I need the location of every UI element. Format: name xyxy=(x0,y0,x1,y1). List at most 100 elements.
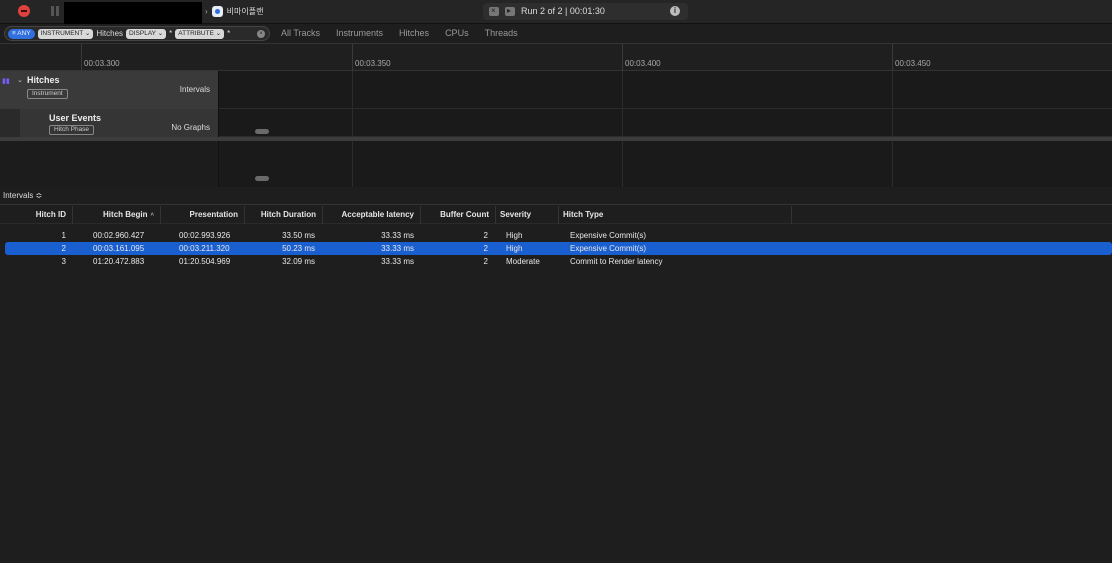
filter-attribute-value[interactable]: * xyxy=(227,29,230,38)
lane-scrollbar[interactable] xyxy=(255,129,269,134)
filter-attribute-chip[interactable]: ATTRIBUTE ⌄ xyxy=(175,28,225,39)
timeline-ruler[interactable]: 00:03.300 00:03.350 00:03.400 00:03.450 xyxy=(0,44,1112,71)
track-lane-user-events[interactable] xyxy=(219,109,1112,137)
run-time: 00:01:30 xyxy=(569,6,605,16)
chevron-down-icon[interactable]: ⌄ xyxy=(17,76,23,84)
cell-hitch-begin: 00:03.161.095 xyxy=(93,244,145,253)
track-mode[interactable]: Intervals xyxy=(180,85,210,94)
track-lane-empty xyxy=(219,141,1112,187)
tab-all-tracks[interactable]: All Tracks xyxy=(281,28,320,38)
table-header: Hitch ID Hitch Begin ^ Presentation Hitch… xyxy=(0,206,1112,224)
cell-presentation: 00:03.211.320 xyxy=(179,244,230,253)
cell-buffer-count: 2 xyxy=(483,231,488,240)
column-severity[interactable]: Severity xyxy=(496,206,559,224)
detail-view-selector[interactable]: Intervals ≎ xyxy=(0,187,1112,205)
filter-bar: ≡ ANY INSTRUMENT ⌄ Hitches DISPLAY ⌄ * A… xyxy=(0,24,1112,44)
timeline-scrollbar[interactable] xyxy=(255,176,269,181)
cell-severity: High xyxy=(506,244,523,253)
pause-button[interactable] xyxy=(51,6,60,16)
filter-input[interactable]: ≡ ANY INSTRUMENT ⌄ Hitches DISPLAY ⌄ * A… xyxy=(4,26,270,41)
tab-instruments[interactable]: Instruments xyxy=(336,28,383,38)
cell-hitch-begin: 01:20.472.883 xyxy=(93,257,145,266)
ruler-tick xyxy=(892,44,893,71)
run-status: Run 2 of 2 | 00:01:30 i xyxy=(483,3,688,20)
ruler-tick-label: 00:03.350 xyxy=(355,59,391,68)
table-row[interactable]: 3 01:20.472.883 01:20.504.969 32.09 ms 3… xyxy=(5,255,1112,268)
ruler-tick-label: 00:03.300 xyxy=(84,59,120,68)
grid-line xyxy=(892,141,893,187)
clear-filter-icon[interactable]: × xyxy=(257,29,265,38)
column-presentation[interactable]: Presentation xyxy=(161,206,245,224)
run-label: Run 2 of 2 xyxy=(521,6,563,16)
cell-acceptable-latency: 33.33 ms xyxy=(381,257,414,266)
cell-buffer-count: 2 xyxy=(483,257,488,266)
chevron-right-icon: › xyxy=(205,6,208,16)
cell-acceptable-latency: 33.33 ms xyxy=(381,244,414,253)
column-hitch-id[interactable]: Hitch ID xyxy=(0,206,73,224)
grid-line xyxy=(352,71,353,108)
filter-instrument-chip[interactable]: INSTRUMENT ⌄ xyxy=(37,28,94,39)
grid-line xyxy=(352,141,353,187)
instrument-icon: ▮▮ xyxy=(2,78,10,85)
ruler-tick-label: 00:03.450 xyxy=(895,59,931,68)
cell-hitch-type: Commit to Render latency xyxy=(570,257,663,266)
record-stop-button[interactable] xyxy=(18,5,30,17)
grid-line xyxy=(892,71,893,108)
ruler-tick-label: 00:03.400 xyxy=(625,59,661,68)
column-hitch-type[interactable]: Hitch Type xyxy=(559,206,792,224)
cell-severity: Moderate xyxy=(506,257,540,266)
cell-severity: High xyxy=(506,231,523,240)
track-lane-hitches[interactable] xyxy=(219,71,1112,109)
table-row-selected[interactable]: 2 00:03.161.095 00:03.211.320 50.23 ms 3… xyxy=(5,242,1112,255)
detail-label[interactable]: Intervals ≎ xyxy=(3,191,42,200)
column-acceptable-latency[interactable]: Acceptable latency xyxy=(323,206,421,224)
ruler-tick xyxy=(622,44,623,71)
grid-line xyxy=(622,109,623,136)
tab-cpus[interactable]: CPUs xyxy=(445,28,469,38)
cell-acceptable-latency: 33.33 ms xyxy=(381,231,414,240)
tab-hitches[interactable]: Hitches xyxy=(399,28,429,38)
cell-hitch-duration: 32.09 ms xyxy=(282,257,315,266)
cell-hitch-begin: 00:02.960.427 xyxy=(93,231,145,240)
column-buffer-count[interactable]: Buffer Count xyxy=(421,206,496,224)
cell-buffer-count: 2 xyxy=(483,244,488,253)
sort-ascending-icon: ^ xyxy=(150,213,154,219)
run-text: Run 2 of 2 | 00:01:30 xyxy=(521,6,605,16)
tab-threads[interactable]: Threads xyxy=(485,28,518,38)
grid-line xyxy=(892,109,893,136)
grid-line xyxy=(622,71,623,108)
grid-line xyxy=(352,109,353,136)
filter-display-chip[interactable]: DISPLAY ⌄ xyxy=(126,28,167,39)
filter-instrument-value[interactable]: Hitches xyxy=(96,29,123,38)
cell-hitch-type: Expensive Commit(s) xyxy=(570,231,647,240)
track-area: ▮▮ ⌄ Hitches Instrument Intervals User E… xyxy=(0,71,1112,187)
cell-hitch-duration: 33.50 ms xyxy=(282,231,315,240)
track-hitches[interactable]: ▮▮ ⌄ Hitches Instrument Intervals xyxy=(0,71,219,109)
ruler-tick xyxy=(352,44,353,71)
filter-any-chip[interactable]: ≡ ANY xyxy=(8,28,35,39)
app-icon xyxy=(211,5,223,17)
redacted-area xyxy=(64,2,202,24)
track-title: User Events xyxy=(49,113,102,123)
table-row[interactable]: 1 00:02.960.427 00:02.993.926 33.50 ms 3… xyxy=(5,229,1112,242)
cell-presentation: 00:02.993.926 xyxy=(179,231,231,240)
target-selector[interactable]: › 비마이플랜 xyxy=(205,4,263,18)
target-name: 비마이플랜 xyxy=(226,6,264,16)
track-user-events[interactable]: User Events Hitch Phase No Graphs xyxy=(0,109,219,137)
cell-hitch-id: 1 xyxy=(61,231,66,240)
close-run-icon[interactable] xyxy=(489,6,499,16)
cell-hitch-duration: 50.23 ms xyxy=(282,244,315,253)
info-icon[interactable]: i xyxy=(670,6,680,16)
column-hitch-begin[interactable]: Hitch Begin ^ xyxy=(73,206,161,224)
filter-display-value[interactable]: * xyxy=(169,29,172,38)
ruler-tick xyxy=(81,44,82,71)
play-icon[interactable] xyxy=(505,6,515,16)
cell-presentation: 01:20.504.969 xyxy=(179,257,231,266)
scope-tabs: All Tracks Instruments Hitches CPUs Thre… xyxy=(281,28,534,38)
track-tag: Hitch Phase xyxy=(49,125,95,135)
column-hitch-duration[interactable]: Hitch Duration xyxy=(245,206,323,224)
track-title: Hitches xyxy=(27,75,60,85)
track-tag: Instrument xyxy=(27,89,68,99)
track-mode[interactable]: No Graphs xyxy=(171,123,210,132)
toolbar: › 비마이플랜 Run 2 of 2 | 00:01:30 i xyxy=(0,0,1112,24)
